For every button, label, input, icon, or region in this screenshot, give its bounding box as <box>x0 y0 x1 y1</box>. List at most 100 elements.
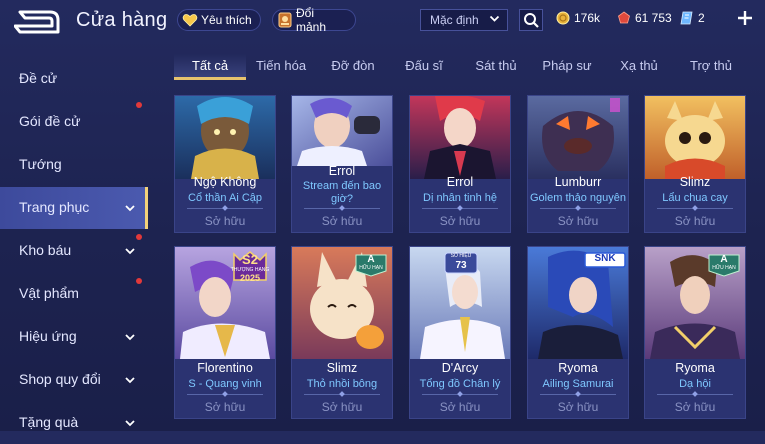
skin-card[interactable]: A HỮU HẠN Slimz Thỏ nhồi bông Sở hữu <box>291 246 393 419</box>
tab-support[interactable]: Trợ thủ <box>690 58 732 73</box>
hero-name: Errol <box>446 175 474 189</box>
active-tab-underline <box>174 77 246 80</box>
sidebar-item-gifts[interactable]: Tặng quà <box>0 402 148 444</box>
sidebar-item-items[interactable]: Vật phẩm <box>0 273 148 315</box>
skin-artwork <box>175 96 275 179</box>
card-divider-ornament <box>692 391 698 397</box>
ruby-value: 61 753 <box>635 11 672 25</box>
hero-name: Ryoma <box>675 361 715 375</box>
chevron-down-icon <box>489 13 500 24</box>
chevron-down-icon <box>124 330 136 342</box>
favorites-button[interactable]: Yêu thích <box>177 9 261 31</box>
sidebar-item-label: Gói đề cử <box>19 113 81 129</box>
page-title: Cửa hàng <box>76 9 168 31</box>
badge-title: SNK <box>594 253 616 264</box>
sidebar-item-heroes[interactable]: Tướng <box>0 144 148 186</box>
sidebar-item-featured-packs[interactable]: Gói đề cử <box>0 101 148 143</box>
tab-fighter[interactable]: Đấu sĩ <box>405 58 443 73</box>
skin-name: Dạ hội <box>679 378 711 390</box>
badge-subtitle: SỐ HIỆU <box>450 253 472 259</box>
skin-card[interactable]: Ngộ Không Cổ thần Ai Cập Sở hữu <box>174 95 276 233</box>
skin-card[interactable]: Slimz Lẩu chua cay Sở hữu <box>644 95 746 233</box>
card-divider-ornament <box>457 391 463 397</box>
owned-status: Sở hữu <box>204 214 246 228</box>
category-sidebar: Đề cử Gói đề cử Tướng Trang phục Kho báu… <box>0 52 150 431</box>
skin-name: Golem thảo nguyên <box>530 192 627 204</box>
top-bar: Cửa hàng Yêu thích Đổi mảnh Mặc định 176… <box>0 0 765 44</box>
back-arrow-icon <box>13 10 60 34</box>
skin-card[interactable]: Errol Stream đến bao giờ? Sở hữu <box>291 95 393 233</box>
tab-assassin[interactable]: Sát thủ <box>475 58 516 73</box>
skin-card[interactable]: Errol Dị nhân tinh hệ Sở hữu <box>409 95 511 233</box>
tab-marksman[interactable]: Xạ thủ <box>620 58 658 73</box>
add-currency-button[interactable] <box>736 9 754 27</box>
hero-name: Ryoma <box>558 361 598 375</box>
skin-card[interactable]: SỐ HIỆU 73 D'Arcy Tổng đồ Chân lý Sở hữu <box>409 246 511 419</box>
tab-evolution[interactable]: Tiến hóa <box>256 58 306 73</box>
voucher-value: 2 <box>698 11 705 25</box>
serial-number-badge: SỐ HIỆU 73 <box>444 252 478 274</box>
skin-name: Lẩu chua cay <box>662 192 728 204</box>
card-divider-ornament <box>575 205 581 211</box>
gold-coin-icon <box>556 11 570 25</box>
card-divider-ornament <box>222 205 228 211</box>
sidebar-item-label: Kho báu <box>19 242 72 258</box>
plus-icon <box>738 11 752 25</box>
exchange-label: Đổi mảnh <box>296 6 327 34</box>
voucher-icon <box>680 11 694 25</box>
active-indicator <box>145 187 148 229</box>
fragment-card-icon <box>277 12 293 28</box>
sidebar-item-label: Shop quy đổi <box>19 371 101 387</box>
notification-dot <box>136 102 142 108</box>
tab-all[interactable]: Tất cả <box>192 58 228 73</box>
sidebar-item-treasure[interactable]: Kho báu <box>0 230 148 272</box>
skin-name: Tổng đồ Chân lý <box>419 378 501 390</box>
skin-card[interactable]: S2 THƯỢNG HẠNG 2025 Florentino S - Quang… <box>174 246 276 419</box>
owned-status: Sở hữu <box>674 400 716 414</box>
hero-name: Errol <box>328 164 356 178</box>
sidebar-item-label: Đề cử <box>19 70 58 86</box>
skin-card[interactable]: Lumburr Golem thảo nguyên Sở hữu <box>527 95 629 233</box>
ruby-gem-icon <box>617 11 631 25</box>
owned-status: Sở hữu <box>321 400 363 414</box>
card-divider-ornament <box>575 391 581 397</box>
back-button[interactable] <box>13 9 60 35</box>
skin-name: Cổ thần Ai Cập <box>188 192 262 204</box>
badge-title: S2 <box>242 252 258 267</box>
notification-dot <box>136 234 142 240</box>
favorites-label: Yêu thích <box>201 13 252 27</box>
owned-status: Sở hữu <box>439 400 481 414</box>
gold-balance: 176k <box>556 11 600 25</box>
rank-season-badge: S2 THƯỢNG HẠNG 2025 <box>228 250 272 286</box>
sidebar-item-skins[interactable]: Trang phục <box>0 187 148 229</box>
chevron-down-icon <box>124 373 136 385</box>
skin-name: S - Quang vinh <box>188 378 262 390</box>
exchange-fragments-button[interactable]: Đổi mảnh <box>272 6 356 34</box>
skin-card[interactable]: SNK Ryoma Ailing Samurai Sở hữu <box>527 246 629 419</box>
badge-title: A <box>367 254 375 265</box>
sidebar-item-effects[interactable]: Hiệu ứng <box>0 316 148 358</box>
owned-status: Sở hữu <box>204 400 246 414</box>
search-button[interactable] <box>519 9 543 31</box>
badge-subtitle: HỮU HẠN <box>712 265 736 271</box>
sort-dropdown[interactable]: Mặc định <box>420 9 508 31</box>
tab-mage[interactable]: Pháp sư <box>542 58 591 73</box>
owned-status: Sở hữu <box>321 214 363 228</box>
ruby-balance: 61 753 <box>617 11 672 25</box>
skin-name: Ailing Samurai <box>542 378 614 390</box>
skin-card[interactable]: A HỮU HẠN Ryoma Dạ hội Sở hữu <box>644 246 746 419</box>
owned-status: Sở hữu <box>439 214 481 228</box>
heart-icon <box>182 12 198 28</box>
sort-value: Mặc định <box>430 13 479 27</box>
hero-name: Lumburr <box>554 175 602 189</box>
sidebar-item-label: Tướng <box>19 156 62 172</box>
hero-name: Slimz <box>679 175 711 189</box>
sidebar-item-exchange-shop[interactable]: Shop quy đổi <box>0 359 148 401</box>
tab-tank[interactable]: Đỡ đòn <box>331 58 374 73</box>
owned-status: Sở hữu <box>674 214 716 228</box>
hero-name: Slimz <box>326 361 358 375</box>
hero-name: D'Arcy <box>441 361 479 375</box>
sidebar-item-featured[interactable]: Đề cử <box>0 58 148 100</box>
hero-name: Florentino <box>197 361 253 375</box>
limited-badge: A HỮU HẠN <box>707 253 741 277</box>
